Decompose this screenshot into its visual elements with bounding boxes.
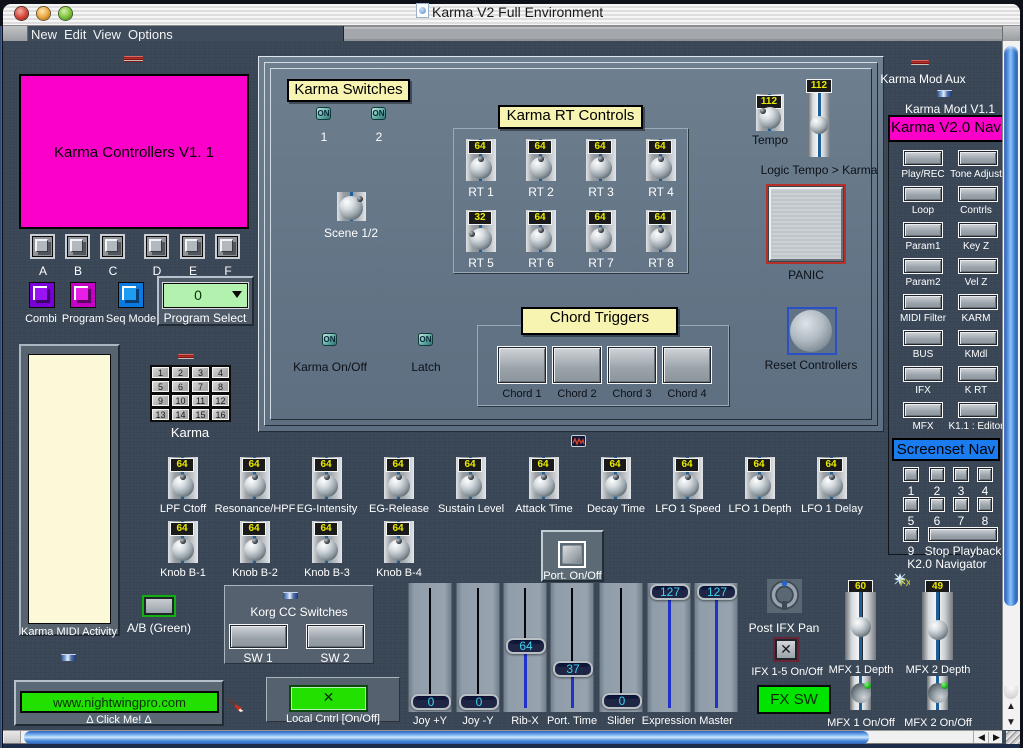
svg-text:FX: FX — [900, 578, 910, 588]
